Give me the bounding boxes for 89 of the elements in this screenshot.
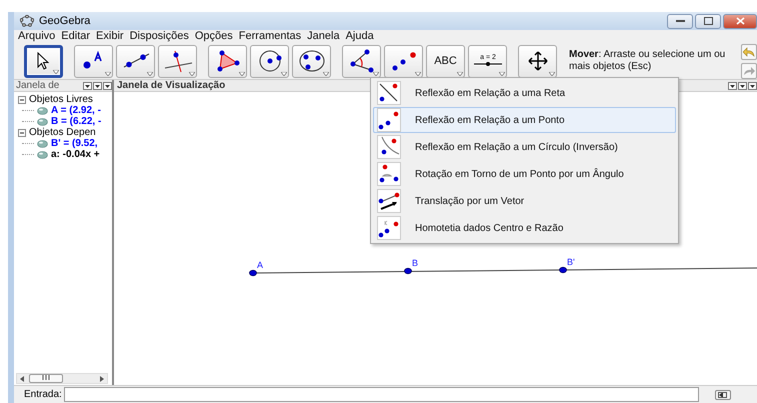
menu-item[interactable]: Reflexão em Relação a um Ponto [373,107,676,133]
grip-icon [41,375,51,380]
caret-icon [281,72,287,76]
object-sphere-icon[interactable] [37,106,48,114]
tree-group-label[interactable]: Objetos Livres [29,94,93,105]
point-label: A [257,260,264,270]
tool-help-text: Mover: Arraste ou selecione um ou mais objetos (Esc) [569,49,726,73]
window-title: GeoGebra [39,15,90,27]
tool-button[interactable] [384,44,423,78]
caret-icon [239,72,245,76]
caret-icon [147,72,153,76]
caret-icon [53,70,59,74]
tool-button[interactable] [292,44,331,78]
menu-item[interactable]: Reflexão em Relação a um Círculo (Inversão) [373,134,676,160]
redo-arrow-icon [743,66,755,76]
app-logo-icon [20,15,34,27]
tool-button[interactable] [342,44,381,78]
transform-tool-icon [377,162,401,186]
panel-control-icon[interactable] [728,82,737,90]
algebra-object[interactable]: A = (2.92, - [51,105,101,116]
close-button[interactable] [723,14,757,28]
input-field[interactable] [64,387,699,402]
panel-control-icon[interactable] [83,82,92,90]
object-sphere-icon[interactable] [37,150,48,158]
scrollbar-thumb[interactable] [29,374,63,383]
undo-button[interactable] [741,44,757,60]
maximize-icon [704,17,712,25]
minimize-button[interactable] [667,14,693,28]
undo-arrow-icon [743,46,755,56]
menu-item[interactable]: Homotetia dados Centro e Razão [373,215,676,241]
horizontal-scrollbar[interactable] [16,373,108,384]
points-icon [390,50,418,72]
menu-item[interactable]: Rotação em Torno de um Ponto por um Ângulo [373,161,676,187]
transform-tool-icon [377,189,401,213]
scroll-right-icon[interactable] [99,376,105,382]
object-sphere-icon[interactable] [37,140,48,148]
tree-group-label[interactable]: Objetos Depen [29,127,96,138]
tool-button[interactable] [74,44,113,78]
perpendicular-line-icon [162,49,192,73]
point[interactable] [249,270,257,276]
panel-title: Janela de Visualização [117,80,226,91]
scroll-left-icon[interactable] [19,376,25,382]
panel-control-icon[interactable] [738,82,747,90]
tool-label: ABC [434,55,457,67]
panel-title: Janela de [16,80,60,91]
object-sphere-icon[interactable] [37,118,48,126]
tool-button[interactable] [518,44,557,78]
menu-item[interactable]: Exibir [96,30,124,43]
menu-item[interactable]: Translação por um Vetor [373,188,676,214]
panel-control-icon[interactable] [93,82,102,90]
input-help-button[interactable] [714,390,731,400]
tool-button[interactable] [158,44,197,78]
menu-item[interactable]: Reflexão em Relação a uma Reta [373,80,676,106]
algebra-object[interactable]: a: -0.04x + [51,149,100,160]
input-label: Entrada: [24,389,62,400]
panel-control-icon[interactable] [103,82,112,90]
collapse-icon[interactable] [18,128,26,136]
menu-item[interactable]: Editar [61,30,90,43]
algebra-object[interactable]: B' = (9.52, [51,138,98,149]
ellipse-icon [296,49,326,73]
point-label: B [412,258,418,268]
point[interactable] [404,268,412,274]
menu-item[interactable]: Ajuda [346,30,374,43]
point[interactable] [559,266,567,274]
transform-tool-icon [377,216,401,240]
tool-button[interactable]: ABC [426,44,465,78]
tool-button[interactable] [24,44,63,78]
caret-icon [105,72,111,76]
menu-item[interactable]: Janela [307,30,340,43]
panel-control-icon[interactable] [748,82,757,90]
minimize-icon [676,20,684,22]
transform-tool-icon [377,135,401,159]
maximize-button[interactable] [695,14,721,28]
move-arrows-icon [526,50,548,72]
menu-item[interactable]: Opções [194,30,233,43]
menu-item[interactable]: Arquivo [18,30,56,43]
caret-icon [323,72,329,76]
tool-button[interactable] [208,44,247,78]
tool-button[interactable] [250,44,289,78]
algebra-object[interactable]: B = (6.22, - [51,116,102,127]
transform-tool-icon [377,81,401,105]
close-icon [736,17,744,25]
caret-icon [189,72,195,76]
menu-item[interactable]: Disposições [130,30,189,43]
point-label: B' [567,257,575,267]
tool-button[interactable] [116,44,155,78]
collapse-icon[interactable] [18,96,26,104]
transform-tool-icon [377,108,401,132]
menu-item[interactable]: Ferramentas [238,30,302,43]
